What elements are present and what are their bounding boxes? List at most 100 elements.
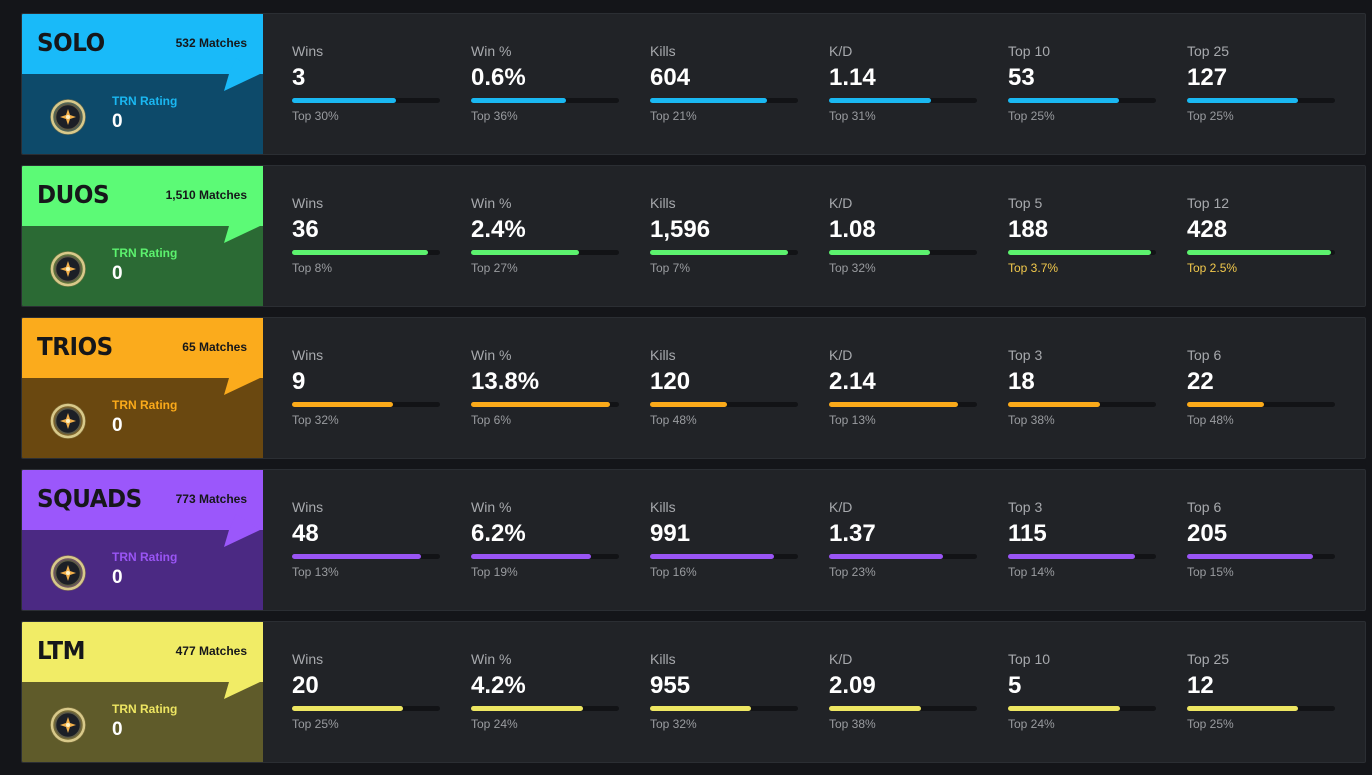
- percentile-bar: [1187, 554, 1335, 559]
- stat-label: Wins: [292, 347, 324, 363]
- stat-value: 22: [1187, 368, 1214, 395]
- stat-percentile: Top 25%: [1187, 717, 1234, 731]
- stat-win: Win % 2.4% Top 27%: [471, 166, 621, 306]
- percentile-bar-fill: [471, 554, 591, 559]
- stat-top-12: Top 12 428 Top 2.5%: [1187, 166, 1337, 306]
- stat-percentile: Top 3.7%: [1008, 261, 1059, 275]
- stat-label: K/D: [829, 43, 853, 59]
- stat-percentile: Top 25%: [292, 717, 339, 731]
- stat-percentile: Top 16%: [650, 565, 697, 579]
- stat-value: 604: [650, 64, 691, 91]
- percentile-bar: [471, 250, 619, 255]
- percentile-bar-fill: [829, 706, 921, 711]
- stat-percentile: Top 25%: [1187, 109, 1234, 123]
- stat-label: Win %: [471, 195, 512, 211]
- percentile-bar: [471, 402, 619, 407]
- percentile-bar: [292, 98, 440, 103]
- stat-wins: Wins 3 Top 30%: [292, 14, 442, 154]
- stat-percentile: Top 21%: [650, 109, 697, 123]
- playlist-header: SQUADS 773 Matches TRN Rating 0: [22, 470, 263, 610]
- stat-value: 1,596: [650, 216, 711, 243]
- stat-percentile: Top 7%: [650, 261, 691, 275]
- playlist-card-squads[interactable]: SQUADS 773 Matches TRN Rating 0 Wins 48 …: [21, 469, 1366, 611]
- stat-label: Top 5: [1008, 195, 1043, 211]
- stat-top-6: Top 6 22 Top 48%: [1187, 318, 1337, 458]
- stat-label: Win %: [471, 347, 512, 363]
- percentile-bar: [471, 98, 619, 103]
- trn-rating-label: TRN Rating: [112, 398, 178, 412]
- percentile-bar-fill: [292, 250, 428, 255]
- stat-percentile: Top 38%: [829, 717, 876, 731]
- playlist-card-duos[interactable]: DUOS 1,510 Matches TRN Rating 0 Wins 36 …: [21, 165, 1366, 307]
- playlist-header: DUOS 1,510 Matches TRN Rating 0: [22, 166, 263, 306]
- percentile-bar: [292, 706, 440, 711]
- percentile-bar-fill: [1008, 554, 1135, 559]
- stat-percentile: Top 13%: [292, 565, 339, 579]
- stat-win: Win % 6.2% Top 19%: [471, 470, 621, 610]
- trn-rating-value: 0: [112, 415, 123, 436]
- stat-label: Wins: [292, 195, 324, 211]
- stat-top-5: Top 5 188 Top 3.7%: [1008, 166, 1158, 306]
- stat-percentile: Top 2.5%: [1187, 261, 1238, 275]
- stat-percentile: Top 27%: [471, 261, 518, 275]
- rank-badge-icon: [50, 403, 86, 439]
- stat-label: Top 6: [1187, 499, 1222, 515]
- stat-value: 53: [1008, 64, 1035, 91]
- percentile-bar: [1187, 706, 1335, 711]
- percentile-bar-fill: [1008, 706, 1120, 711]
- stat-kills: Kills 120 Top 48%: [650, 318, 800, 458]
- playlist-header: SOLO 532 Matches TRN Rating 0: [22, 14, 263, 154]
- trn-rating-label: TRN Rating: [112, 702, 178, 716]
- stat-percentile: Top 32%: [829, 261, 876, 275]
- stat-k-d: K/D 1.08 Top 32%: [829, 166, 979, 306]
- percentile-bar: [1187, 402, 1335, 407]
- playlist-card-solo[interactable]: SOLO 532 Matches TRN Rating 0 Wins 3 Top…: [21, 13, 1366, 155]
- stat-value: 1.08: [829, 216, 876, 243]
- percentile-bar: [1008, 554, 1156, 559]
- stat-value: 20: [292, 672, 319, 699]
- stat-label: Win %: [471, 651, 512, 667]
- stat-percentile: Top 15%: [1187, 565, 1234, 579]
- percentile-bar: [829, 98, 977, 103]
- percentile-bar-fill: [292, 402, 393, 407]
- stat-value: 205: [1187, 520, 1228, 547]
- stat-win: Win % 0.6% Top 36%: [471, 14, 621, 154]
- stat-label: Kills: [650, 499, 676, 515]
- stat-label: Wins: [292, 651, 324, 667]
- stat-value: 13.8%: [471, 368, 540, 395]
- rank-badge-icon: [50, 99, 86, 135]
- playlist-card-ltm[interactable]: LTM 477 Matches TRN Rating 0 Wins 20 Top…: [21, 621, 1366, 763]
- rank-badge-icon: [50, 555, 86, 591]
- stat-value: 127: [1187, 64, 1228, 91]
- percentile-bar: [292, 250, 440, 255]
- stat-value: 9: [292, 368, 306, 395]
- stat-percentile: Top 30%: [292, 109, 339, 123]
- percentile-bar: [1187, 250, 1335, 255]
- stat-top-3: Top 3 18 Top 38%: [1008, 318, 1158, 458]
- stat-value: 1.37: [829, 520, 876, 547]
- stat-kills: Kills 1,596 Top 7%: [650, 166, 800, 306]
- stat-label: Top 10: [1008, 651, 1051, 667]
- playlist-header: LTM 477 Matches TRN Rating 0: [22, 622, 263, 762]
- stat-label: K/D: [829, 651, 853, 667]
- stat-percentile: Top 14%: [1008, 565, 1055, 579]
- stat-value: 115: [1008, 520, 1047, 547]
- stat-value: 12: [1187, 672, 1214, 699]
- stat-value: 2.09: [829, 672, 876, 699]
- stat-wins: Wins 9 Top 32%: [292, 318, 442, 458]
- percentile-bar-fill: [1187, 98, 1298, 103]
- percentile-bar: [1008, 250, 1156, 255]
- stat-percentile: Top 48%: [1187, 413, 1234, 427]
- percentile-bar: [650, 98, 798, 103]
- percentile-bar-fill: [829, 554, 943, 559]
- playlist-card-trios[interactable]: TRIOS 65 Matches TRN Rating 0 Wins 9 Top…: [21, 317, 1366, 459]
- stat-label: Top 6: [1187, 347, 1222, 363]
- stat-value: 6.2%: [471, 520, 526, 547]
- stat-label: Top 12: [1187, 195, 1230, 211]
- stat-label: Wins: [292, 499, 324, 515]
- trn-rating-value: 0: [112, 567, 123, 588]
- stat-label: Kills: [650, 195, 676, 211]
- stat-value: 18: [1008, 368, 1035, 395]
- stat-top-25: Top 25 12 Top 25%: [1187, 622, 1337, 762]
- stat-value: 991: [650, 520, 691, 547]
